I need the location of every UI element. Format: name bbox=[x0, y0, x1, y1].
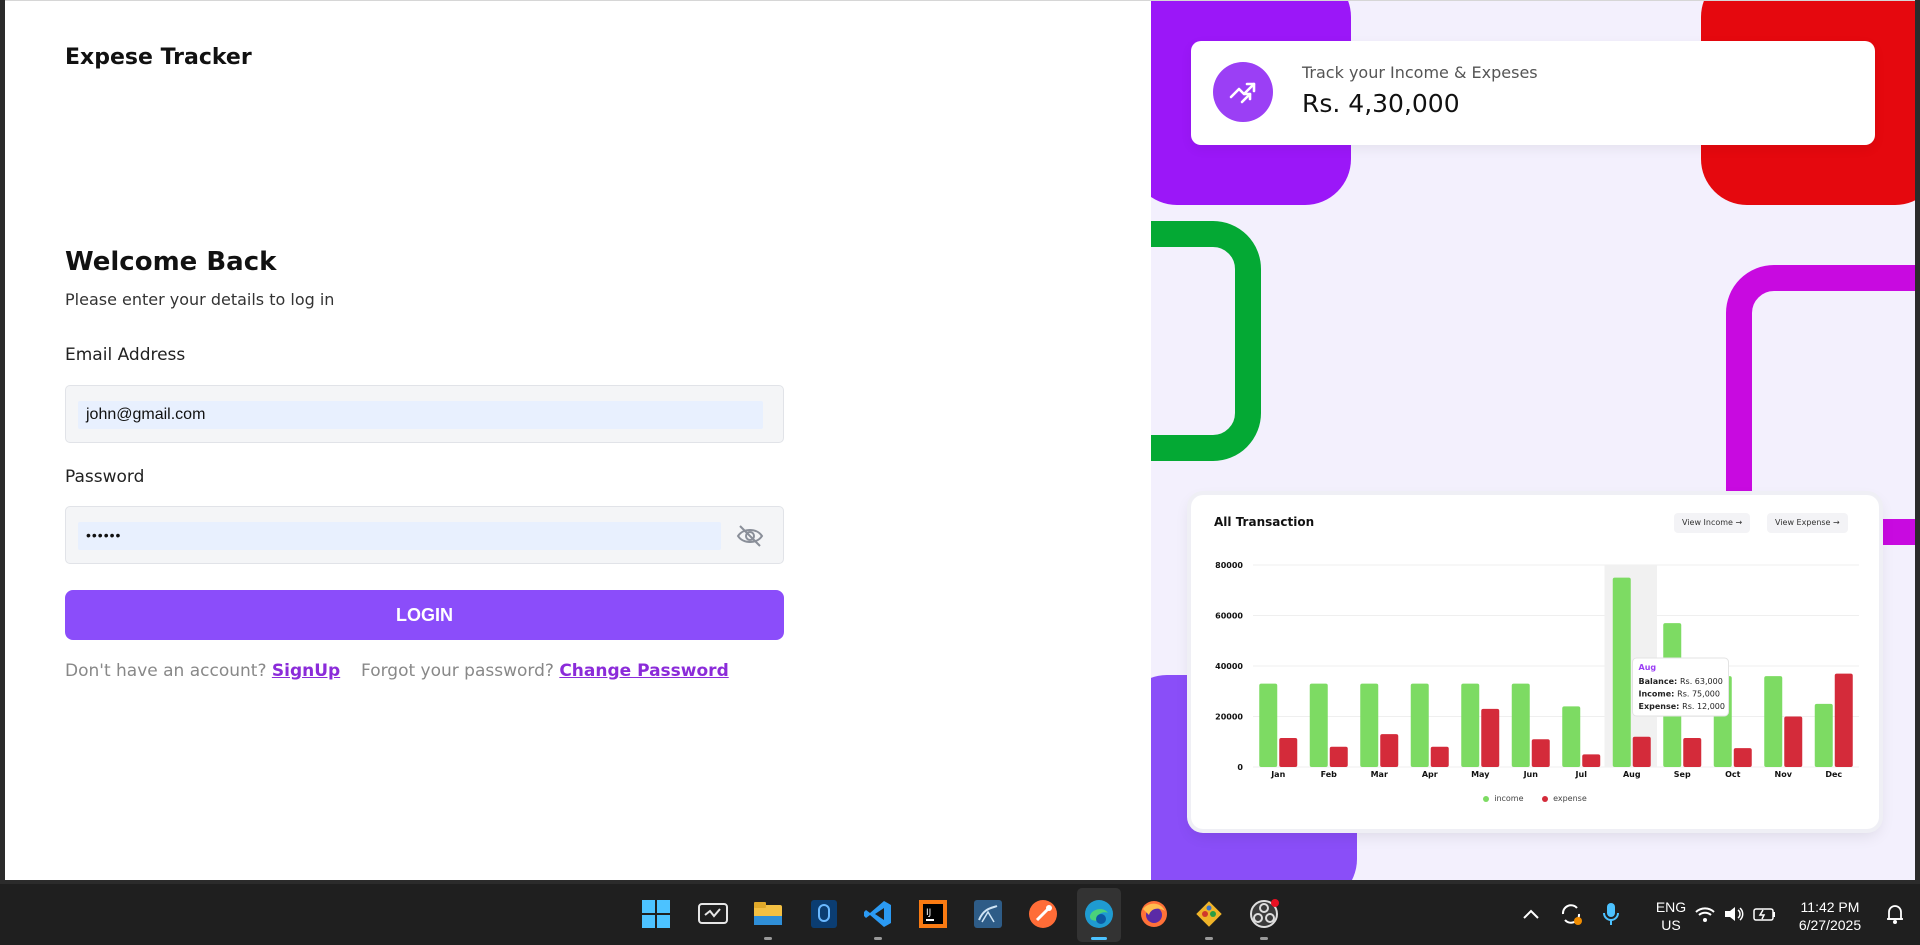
chart-card: All Transaction View Income → View Expen… bbox=[1191, 495, 1879, 829]
x-tick-label: Jul bbox=[1575, 770, 1588, 779]
x-tick-label: Nov bbox=[1775, 770, 1793, 779]
x-tick-label: Feb bbox=[1321, 770, 1338, 779]
change-password-link[interactable]: Change Password bbox=[559, 661, 728, 681]
x-tick-label: Apr bbox=[1422, 770, 1438, 779]
postman-icon[interactable] bbox=[1027, 898, 1059, 930]
vscode-icon[interactable] bbox=[862, 898, 894, 940]
battery-icon[interactable] bbox=[1749, 898, 1781, 930]
expense-bar bbox=[1632, 736, 1651, 767]
expense-bar bbox=[1834, 673, 1853, 767]
expense-bar bbox=[1582, 754, 1601, 767]
expense-bar bbox=[1279, 737, 1298, 767]
y-tick-label: 20000 bbox=[1215, 713, 1243, 722]
income-bar bbox=[1259, 683, 1278, 767]
expense-bar bbox=[1733, 748, 1752, 767]
expense-bar bbox=[1683, 737, 1702, 767]
x-tick-label: Aug bbox=[1623, 770, 1641, 779]
decor-shape bbox=[1151, 221, 1261, 461]
git-tool-icon[interactable] bbox=[1193, 898, 1225, 940]
income-bar bbox=[1410, 683, 1429, 767]
stat-label: Track your Income & Expeses bbox=[1302, 63, 1538, 82]
taskbar: IJ ENG US 11:42 PM 6/27/2025 bbox=[0, 884, 1920, 945]
y-tick-label: 0 bbox=[1237, 763, 1243, 772]
app-window: Expese Tracker Welcome Back Please enter… bbox=[5, 0, 1915, 880]
tooltip-row: Balance: Rs. 63,000 bbox=[1639, 677, 1723, 686]
income-bar bbox=[1562, 706, 1581, 767]
email-input[interactable]: john@gmail.com bbox=[78, 401, 763, 429]
welcome-subtitle: Please enter your details to log in bbox=[65, 290, 335, 309]
microphone-icon[interactable] bbox=[1595, 898, 1627, 930]
tooltip-row: Income: Rs. 75,000 bbox=[1639, 690, 1720, 699]
y-tick-label: 80000 bbox=[1215, 561, 1243, 570]
x-tick-label: Dec bbox=[1825, 770, 1842, 779]
decor-panel: Track your Income & Expeses Rs. 4,30,000… bbox=[1151, 1, 1915, 880]
expense-bar bbox=[1380, 734, 1399, 767]
login-panel: Expese Tracker Welcome Back Please enter… bbox=[5, 1, 1151, 880]
firefox-icon[interactable] bbox=[1138, 898, 1170, 930]
bar-chart: 0 20000 40000 60000 80000 Jan Feb Mar Apr May Jun J… bbox=[1215, 561, 1859, 779]
income-bar bbox=[1511, 683, 1530, 767]
tooltip-month: Aug bbox=[1639, 663, 1657, 672]
password-field[interactable]: •••••• bbox=[65, 506, 784, 564]
auth-helper-links: Don't have an account? SignUp Forgot you… bbox=[65, 661, 729, 681]
intellij-icon[interactable]: IJ bbox=[917, 898, 949, 930]
expense-bar bbox=[1430, 746, 1449, 767]
x-tick-label: Oct bbox=[1725, 770, 1741, 779]
legend-income: income bbox=[1483, 794, 1524, 803]
chevron-up-icon[interactable] bbox=[1515, 898, 1547, 930]
notification-icon[interactable] bbox=[1879, 898, 1911, 930]
folder-icon[interactable] bbox=[752, 898, 784, 940]
expense-bar bbox=[1481, 708, 1500, 767]
welcome-title: Welcome Back bbox=[65, 247, 277, 277]
income-bar bbox=[1612, 577, 1631, 767]
mouse-app-icon[interactable] bbox=[808, 898, 840, 930]
income-bar bbox=[1764, 676, 1783, 767]
wifi-icon[interactable] bbox=[1689, 898, 1721, 930]
y-tick-label: 40000 bbox=[1215, 662, 1243, 671]
email-field[interactable]: john@gmail.com bbox=[65, 385, 784, 443]
edge-icon[interactable] bbox=[1083, 898, 1115, 940]
obs-icon[interactable] bbox=[1248, 898, 1280, 940]
legend-expense: expense bbox=[1542, 794, 1587, 803]
sync-icon[interactable] bbox=[1555, 898, 1587, 930]
login-button[interactable]: LOGIN bbox=[65, 590, 784, 640]
no-account-text: Don't have an account? bbox=[65, 661, 267, 681]
chart-legend: income expense bbox=[1191, 794, 1879, 803]
income-bar bbox=[1461, 683, 1480, 767]
start-icon[interactable] bbox=[640, 898, 672, 930]
income-bar bbox=[1814, 703, 1833, 767]
volume-icon[interactable] bbox=[1718, 898, 1750, 930]
password-input[interactable]: •••••• bbox=[78, 522, 721, 550]
svg-text:IJ: IJ bbox=[926, 908, 931, 918]
expense-bar bbox=[1531, 739, 1550, 767]
forgot-password-text: Forgot your password? bbox=[361, 661, 554, 681]
x-tick-label: Sep bbox=[1674, 770, 1691, 779]
stat-value: Rs. 4,30,000 bbox=[1302, 89, 1460, 118]
tooltip-row: Expense: Rs. 12,000 bbox=[1639, 702, 1725, 711]
eye-off-icon[interactable] bbox=[735, 523, 765, 549]
expense-bar bbox=[1329, 746, 1348, 767]
expense-bar bbox=[1784, 716, 1803, 767]
income-bar bbox=[1360, 683, 1379, 767]
x-tick-label: May bbox=[1471, 770, 1490, 779]
x-tick-label: Mar bbox=[1371, 770, 1388, 779]
clock[interactable]: 11:42 PM 6/27/2025 bbox=[1789, 898, 1871, 934]
signup-link[interactable]: SignUp bbox=[272, 661, 340, 681]
y-tick-label: 60000 bbox=[1215, 612, 1243, 621]
email-label: Email Address bbox=[65, 345, 186, 365]
monitor-icon[interactable] bbox=[697, 898, 729, 930]
income-bar bbox=[1309, 683, 1328, 767]
x-tick-label: Jun bbox=[1523, 770, 1539, 779]
password-label: Password bbox=[65, 467, 145, 487]
stat-card: Track your Income & Expeses Rs. 4,30,000 bbox=[1191, 41, 1875, 145]
mysql-workbench-icon[interactable] bbox=[972, 898, 1004, 930]
trending-up-icon bbox=[1213, 62, 1273, 122]
brand-title: Expese Tracker bbox=[65, 45, 252, 70]
x-tick-label: Jan bbox=[1270, 770, 1285, 779]
